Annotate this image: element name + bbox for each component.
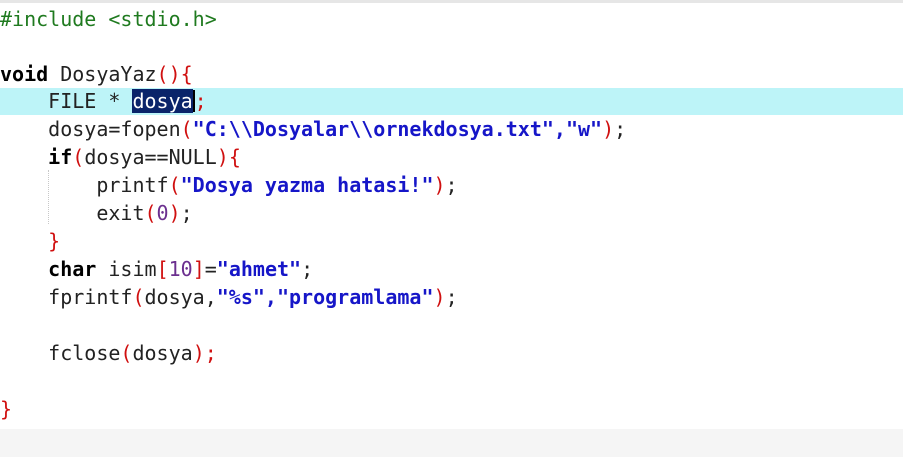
semicolon: ; (301, 257, 314, 281)
semicolon: ; (180, 201, 193, 225)
code-line-5[interactable]: dosya=fopen("C:\\Dosyalar\\ornekdosya.tx… (0, 116, 626, 143)
argument: dosya, (144, 285, 217, 309)
paren-open: ( (144, 201, 157, 225)
paren-open: ( (72, 145, 85, 169)
paren-close: ) (168, 201, 181, 225)
number-literal: 10 (168, 257, 193, 281)
code-line-4[interactable]: FILE * dosya; (0, 88, 207, 115)
comma: , (264, 285, 277, 309)
variable-name: isim (96, 257, 157, 281)
code-line-13[interactable]: fclose(dosya); (0, 340, 217, 367)
code-line-11[interactable]: fprintf(dosya,"%s","programlama"); (0, 284, 458, 311)
paren-open: ( (180, 117, 193, 141)
code-line-8[interactable]: exit(0); (0, 200, 193, 227)
code-line-9[interactable]: } (0, 228, 60, 255)
brace-open: { (228, 145, 241, 169)
paren-close: ) (433, 285, 446, 309)
editor-bottom-strip (0, 429, 903, 457)
paren-open: ( (168, 173, 181, 197)
exit-call: exit (0, 201, 145, 225)
string-literal-name: "ahmet" (216, 257, 302, 281)
semicolon: ; (445, 285, 458, 309)
semicolon: ; (204, 341, 217, 365)
selected-text[interactable]: dosya (132, 89, 193, 113)
paren-close: ) (168, 62, 181, 86)
code-line-15[interactable]: } (0, 396, 12, 423)
code-line-7[interactable]: printf("Dosya yazma hatasi!"); (0, 172, 458, 199)
function-name: DosyaYaz (48, 62, 157, 86)
paren-close: ) (433, 173, 446, 197)
fprintf-call: fprintf (0, 285, 133, 309)
number-literal: 0 (156, 201, 169, 225)
keyword-void: void (0, 62, 49, 86)
bracket-close: ] (192, 257, 205, 281)
code-line-10[interactable]: char isim[10]="ahmet"; (0, 256, 313, 283)
preprocessor-directive: #include <stdio.h> (0, 7, 217, 31)
fopen-call: dosya=fopen (0, 117, 181, 141)
code-line-1[interactable]: #include <stdio.h> (0, 6, 217, 33)
comma: , (553, 117, 566, 141)
brace-open: { (180, 62, 193, 86)
code-editor[interactable]: #include <stdio.h> void DosyaYaz(){ FILE… (0, 0, 903, 457)
brace-close: } (0, 397, 13, 421)
bracket-open: [ (156, 257, 169, 281)
fclose-call: fclose (0, 341, 121, 365)
editor-top-border (0, 0, 903, 3)
string-literal-value: "programlama" (276, 285, 434, 309)
brace-close: } (0, 229, 61, 253)
keyword-if: if (48, 145, 73, 169)
string-literal-error: "Dosya yazma hatasi!" (180, 173, 434, 197)
paren-close: ) (602, 117, 615, 141)
file-declaration: FILE * (0, 89, 133, 113)
string-literal-format: "%s" (216, 285, 265, 309)
keyword-char: char (48, 257, 97, 281)
paren-open: ( (156, 62, 169, 86)
semicolon: ; (614, 117, 627, 141)
code-line-6[interactable]: if(dosya==NULL){ (0, 144, 241, 171)
paren-close: ) (192, 341, 205, 365)
printf-call: printf (0, 173, 169, 197)
code-line-3[interactable]: void DosyaYaz(){ (0, 61, 193, 88)
assign: = (204, 257, 217, 281)
condition: dosya==NULL (84, 145, 217, 169)
string-literal-mode: "w" (565, 117, 603, 141)
argument: dosya (132, 341, 193, 365)
paren-open: ( (120, 341, 133, 365)
semicolon: ; (194, 89, 207, 113)
paren-open: ( (132, 285, 145, 309)
semicolon: ; (445, 173, 458, 197)
paren-close: ) (216, 145, 229, 169)
string-literal-path: "C:\\Dosyalar\\ornekdosya.txt" (192, 117, 554, 141)
